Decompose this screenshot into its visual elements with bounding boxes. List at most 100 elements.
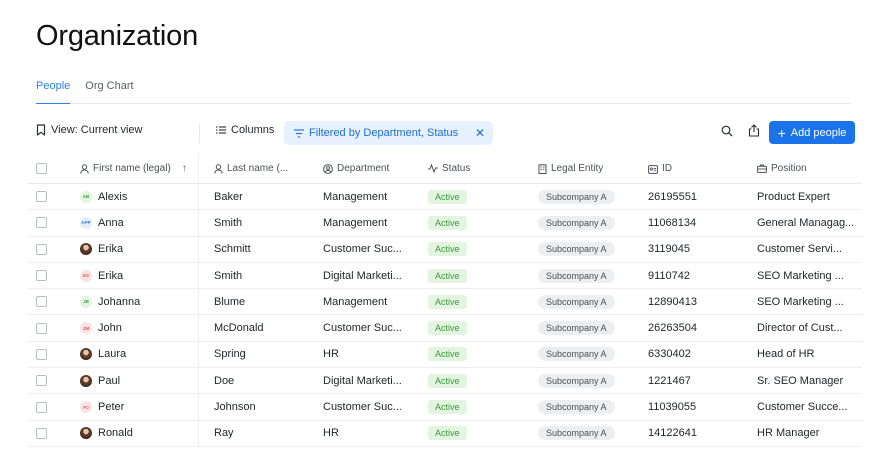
legal-entity-badge: Subcompany A [538, 426, 615, 441]
building-icon [538, 163, 547, 174]
table-row[interactable]: APP Anna Smith Management Active Subcompany A… [28, 210, 862, 237]
legal-entity-cell: Subcompany A [538, 289, 638, 314]
view-label: View: Current view [51, 124, 143, 136]
header-legal-entity[interactable]: Legal Entity [538, 154, 638, 183]
row-checkbox[interactable] [36, 375, 47, 387]
status-cell: Active [428, 421, 528, 446]
status-cell: Active [428, 394, 528, 419]
id-cell: 9110742 [648, 269, 691, 282]
legal-entity-cell: Subcompany A [538, 315, 638, 340]
legal-entity-badge: Subcompany A [538, 373, 615, 388]
share-icon[interactable] [748, 124, 760, 137]
activity-icon [428, 164, 438, 173]
last-name-cell: Johnson [214, 401, 256, 414]
legal-entity-badge: Subcompany A [538, 215, 615, 230]
status-badge: Active [428, 215, 467, 230]
column-divider [198, 210, 199, 236]
header-label: Position [771, 163, 807, 174]
first-name: Laura [98, 348, 127, 361]
status-badge: Active [428, 189, 467, 204]
last-name-cell: McDonald [214, 322, 264, 335]
table-row[interactable]: Paul Doe Digital Marketi... Active Subcompan… [28, 368, 862, 395]
filter-label: Filtered by Department, Status [309, 127, 459, 139]
bookmark-icon [36, 124, 46, 136]
table-row[interactable]: Laura Spring HR Active Subcompany A 6330402 He… [28, 341, 862, 369]
table-header: First name (legal) ↑ Last name (... Depa… [28, 154, 862, 184]
header-position[interactable]: Position [757, 154, 862, 183]
id-cell: 6330402 [648, 348, 691, 361]
id-cell: 12890413 [648, 295, 697, 308]
status-cell: Active [428, 289, 528, 314]
first-name: Erika [98, 269, 124, 282]
toolbar: View: Current view Columns Filtered by D… [36, 121, 856, 145]
status-cell: Active [428, 315, 528, 340]
sort-ascending-icon[interactable]: ↑ [182, 163, 187, 174]
row-checkbox[interactable] [36, 322, 47, 334]
table-row[interactable]: PJ Peter Johnson Customer Suc... Active Subco… [28, 394, 862, 421]
header-id[interactable]: ID [648, 154, 748, 183]
status-badge: Active [428, 268, 467, 283]
legal-entity-badge: Subcompany A [538, 242, 615, 257]
table-row[interactable]: Erika Schmitt Customer Suc... Active Subcomp… [28, 236, 862, 263]
position-cell: SEO Marketing ... [757, 269, 844, 282]
header-status[interactable]: Status [428, 154, 528, 183]
status-badge: Active [428, 373, 467, 388]
close-icon[interactable]: ✕ [475, 126, 485, 140]
department-cell: Digital Marketi... [323, 269, 402, 282]
table-row[interactable]: AB Alexis Baker Management Active Subcompany … [28, 184, 862, 211]
view-selector[interactable]: View: Current view [36, 124, 143, 136]
row-checkbox[interactable] [36, 243, 47, 255]
tab-org-chart[interactable]: Org Chart [85, 80, 133, 103]
legal-entity-badge: Subcompany A [538, 400, 615, 415]
header-label: Last name (... [227, 163, 289, 174]
filter-chip[interactable]: Filtered by Department, Status ✕ [284, 121, 493, 145]
position-cell: Sr. SEO Manager [757, 374, 844, 387]
table-row[interactable]: JB Johanna Blume Management Active Subcompany… [28, 289, 862, 316]
id-cell: 14122641 [648, 427, 697, 440]
column-divider [198, 289, 199, 315]
avatar: JB [80, 295, 92, 308]
row-checkbox[interactable] [36, 191, 47, 203]
row-checkbox[interactable] [36, 401, 47, 413]
table-row[interactable]: Ronald Ray HR Active Subcompany A 14122641 HR … [28, 420, 862, 447]
person-circle-icon [323, 163, 333, 174]
position-cell: Head of HR [757, 348, 815, 361]
table-body: AB Alexis Baker Management Active Subcompany … [28, 184, 862, 447]
row-checkbox[interactable] [36, 427, 47, 439]
id-card-icon [648, 164, 658, 174]
department-cell: Customer Suc... [323, 322, 402, 335]
header-first-name[interactable]: First name (legal) ↑ [80, 154, 198, 183]
status-cell: Active [428, 342, 528, 367]
first-name: Paul [98, 374, 121, 387]
header-department[interactable]: Department [323, 154, 415, 183]
select-all-checkbox[interactable] [36, 163, 47, 174]
first-name: Anna [98, 216, 124, 229]
last-name-cell: Doe [214, 374, 235, 387]
table-row[interactable]: ES Erika Smith Digital Marketi... Active Subc… [28, 262, 862, 290]
legal-entity-cell: Subcompany A [538, 421, 638, 446]
header-label: Status [442, 163, 471, 174]
header-last-name[interactable]: Last name (... [214, 154, 306, 183]
add-people-button[interactable]: + Add people [769, 121, 855, 144]
row-checkbox[interactable] [36, 270, 47, 282]
status-cell: Active [428, 210, 528, 235]
column-divider [198, 341, 199, 368]
tab-people[interactable]: People [36, 80, 71, 104]
table-row[interactable]: JM John McDonald Customer Suc... Active Subco… [28, 315, 862, 342]
column-divider [198, 262, 199, 289]
first-name-cell: Ronald [80, 421, 198, 446]
row-checkbox[interactable] [36, 296, 47, 308]
briefcase-icon [757, 164, 767, 173]
first-name: Ronald [98, 427, 133, 440]
avatar [80, 374, 92, 387]
legal-entity-cell: Subcompany A [538, 342, 638, 367]
department-cell: HR [323, 427, 339, 440]
add-people-label: Add people [790, 126, 847, 139]
columns-button[interactable]: Columns [216, 124, 274, 136]
position-cell: HR Manager [757, 427, 820, 440]
first-name-cell: ES Erika [80, 263, 198, 288]
row-checkbox[interactable] [36, 217, 47, 229]
avatar: APP [80, 216, 92, 229]
search-icon[interactable] [721, 125, 733, 137]
row-checkbox[interactable] [36, 348, 47, 360]
